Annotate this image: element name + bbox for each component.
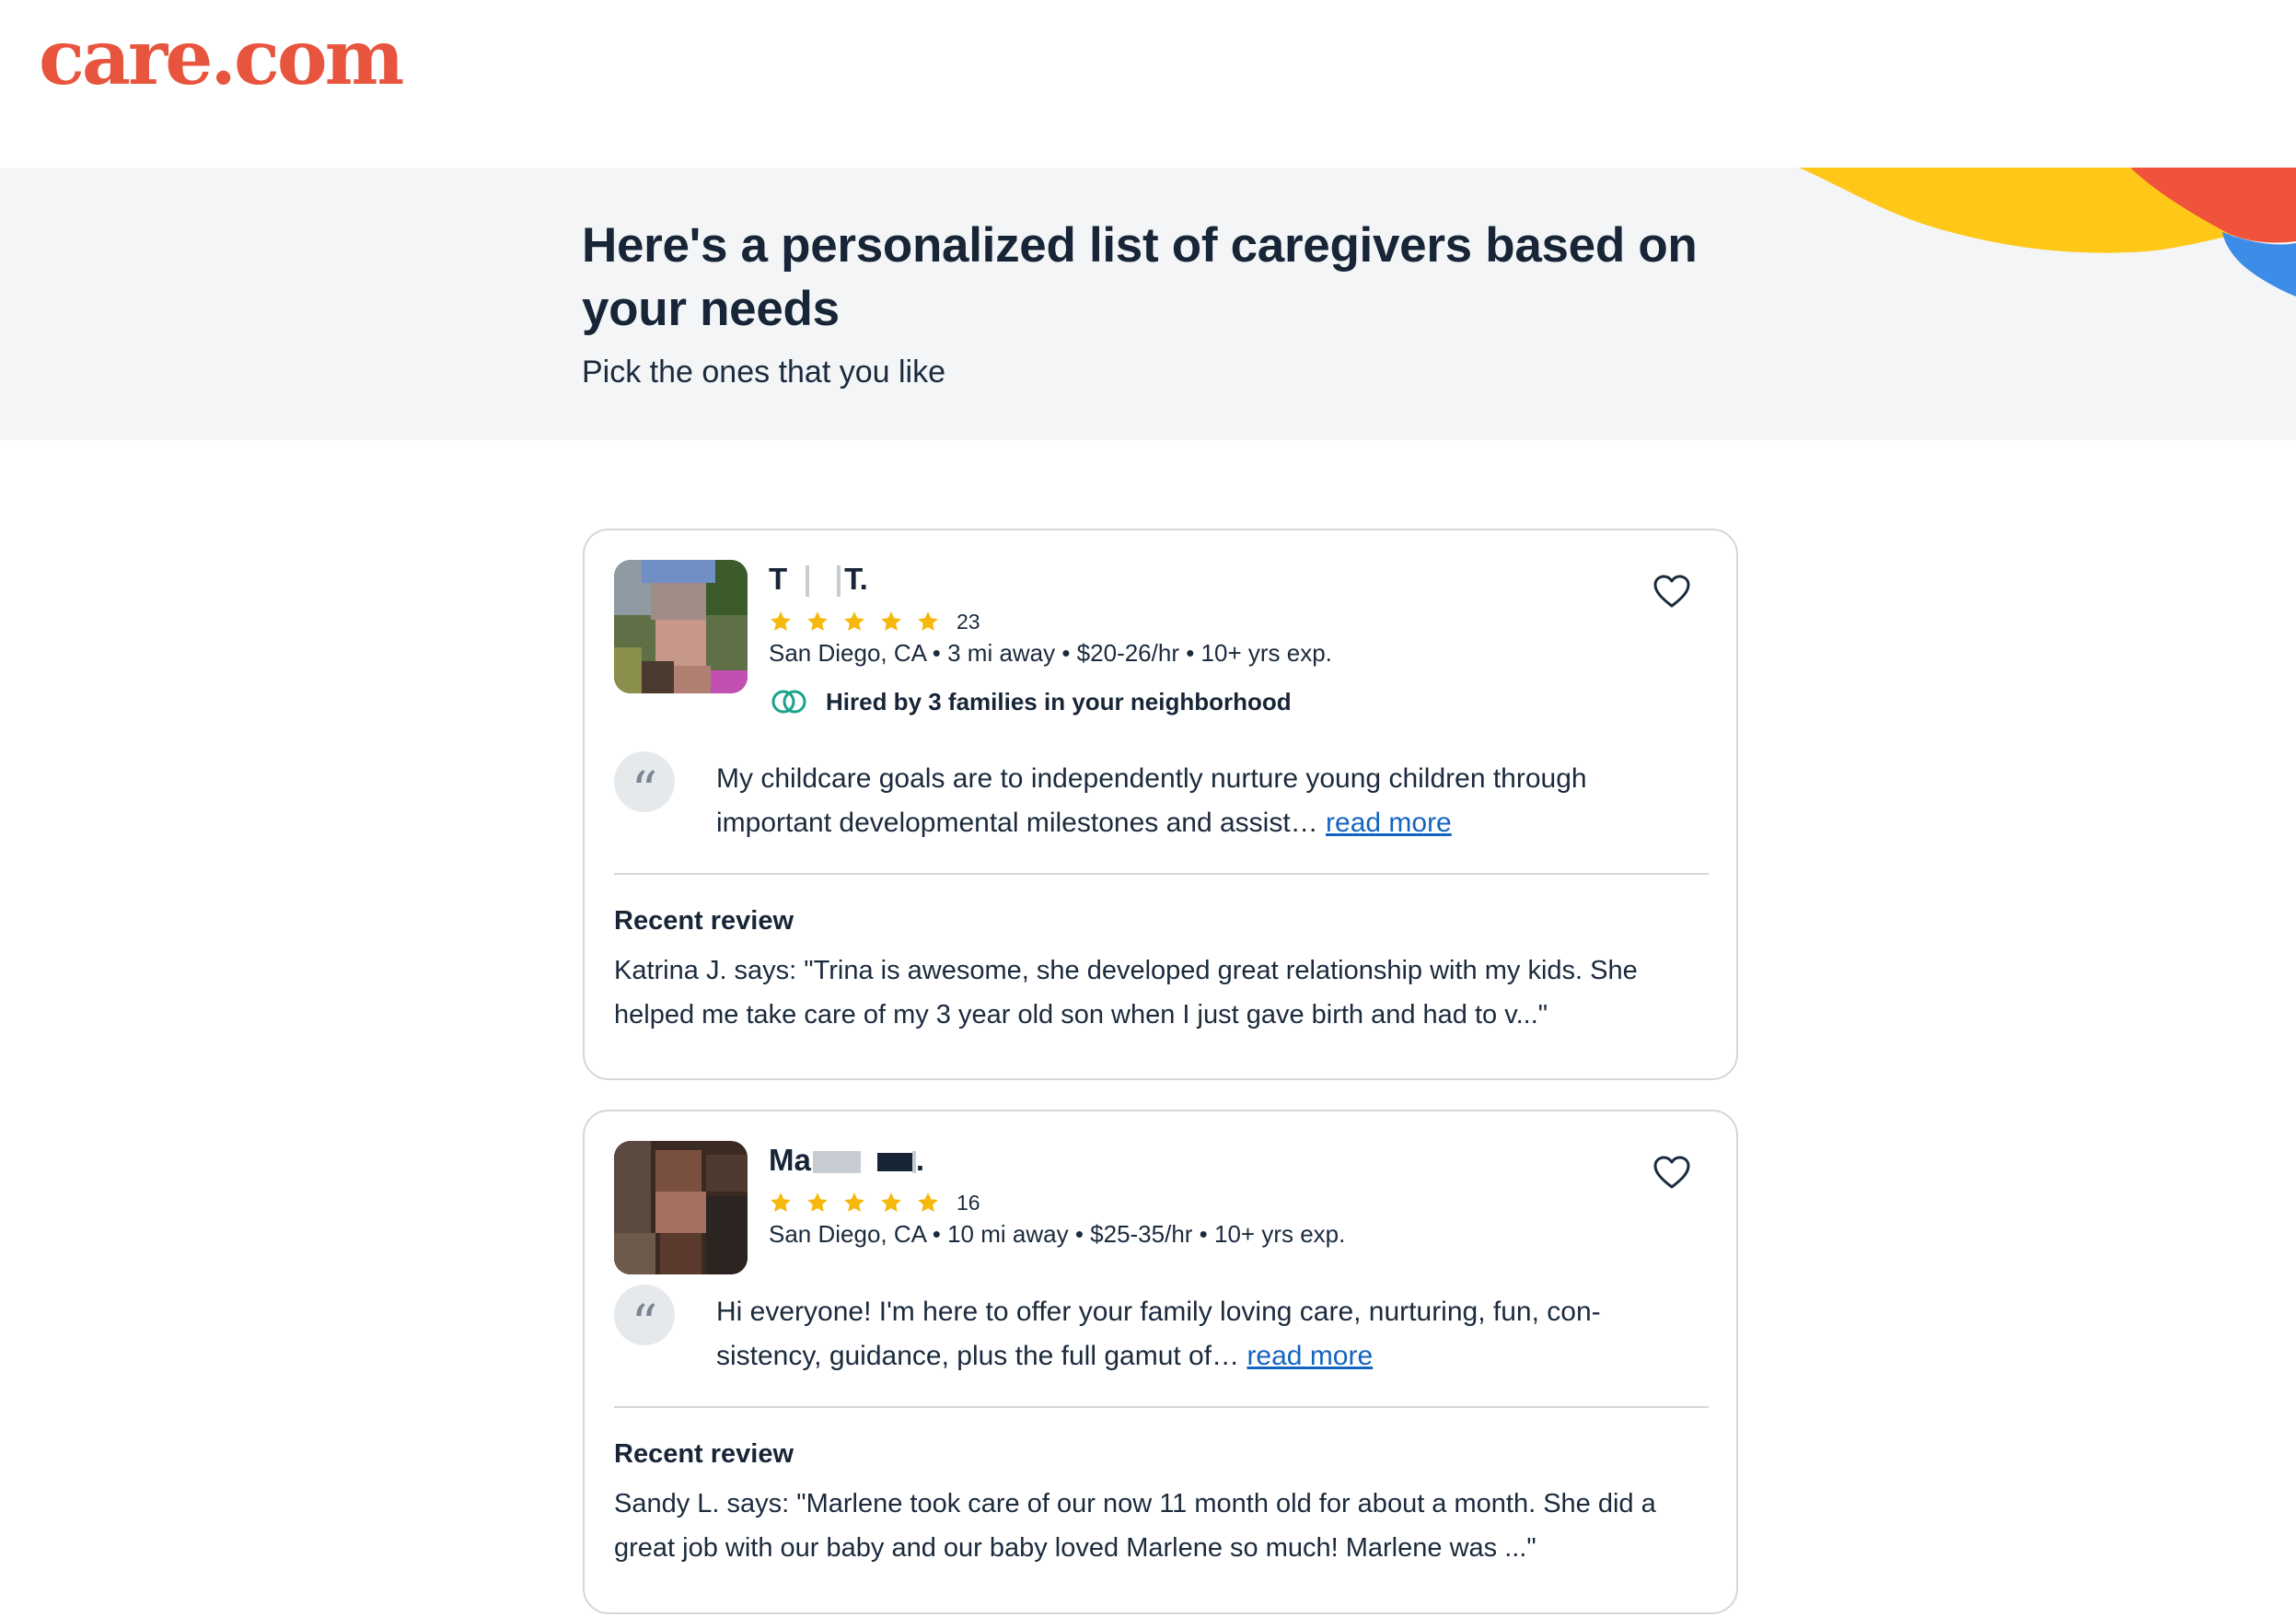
caregiver-details: San Diego, CA • 10 mi away • $25-35/hr •…	[769, 1220, 1346, 1248]
caregiver-bio: My childcare goals are to independently …	[716, 763, 1587, 838]
top-bar: care.com	[0, 0, 2296, 168]
star-icon	[918, 611, 938, 631]
page-subtitle: Pick the ones that you like	[582, 355, 946, 390]
heart-icon[interactable]	[1652, 1154, 1692, 1191]
quote-icon: “	[614, 751, 675, 821]
divider	[614, 1406, 1709, 1408]
caregiver-details: San Diego, CA • 3 mi away • $20-26/hr • …	[769, 639, 1332, 667]
star-rating: 16	[769, 1189, 980, 1216]
star-icon	[844, 1192, 864, 1212]
caregiver-bio: Hi everyone! I'm here to offer your fami…	[716, 1297, 1601, 1371]
star-rating: 23	[769, 608, 980, 635]
recent-review-heading: Recent review	[614, 1439, 794, 1469]
care-logo[interactable]: care.com	[39, 13, 404, 103]
read-more-link[interactable]: read more	[1247, 1341, 1373, 1371]
recent-review-text: Sandy L. says: "Marlene took care of our…	[614, 1489, 1656, 1563]
caregiver-avatar[interactable]	[614, 560, 748, 693]
star-icon	[807, 1192, 828, 1212]
hired-badge: Hired by 3 families in your neighborhood	[771, 687, 1292, 716]
heart-icon[interactable]	[1652, 573, 1692, 610]
linked-rings-icon	[771, 690, 806, 714]
quote-icon: “	[614, 1285, 675, 1355]
star-icon	[844, 611, 864, 631]
recent-review-text: Katrina J. says: "Trina is awesome, she …	[614, 956, 1638, 1030]
star-icon	[771, 1192, 791, 1212]
star-icon	[918, 1192, 938, 1212]
recent-review-heading: Recent review	[614, 906, 794, 936]
caregiver-avatar[interactable]	[614, 1141, 748, 1274]
page-title: Here's a personalized list of caregivers…	[582, 218, 1698, 336]
review-count: 23	[957, 609, 980, 634]
review-count: 16	[957, 1190, 980, 1215]
divider	[614, 873, 1709, 875]
hero-banner: Here's a personalized list of caregivers…	[0, 168, 2296, 440]
read-more-link[interactable]: read more	[1326, 808, 1452, 838]
star-icon	[771, 611, 791, 631]
caregiver-name[interactable]: T T.	[769, 562, 868, 598]
decorative-shapes-icon	[1799, 168, 2296, 297]
star-icon	[881, 1192, 901, 1212]
caregiver-card[interactable]: T T. 23 San Diego, CA • 3 mi away • $20-2…	[583, 529, 1738, 1080]
star-icon	[881, 611, 901, 631]
hired-text: Hired by 3 families in your neighborhood	[826, 687, 1292, 715]
star-icon	[807, 611, 828, 631]
caregiver-name[interactable]: Ma.	[769, 1143, 924, 1178]
caregiver-card[interactable]: Ma. 16 San Diego, CA • 10 mi away • $25-…	[583, 1110, 1738, 1614]
